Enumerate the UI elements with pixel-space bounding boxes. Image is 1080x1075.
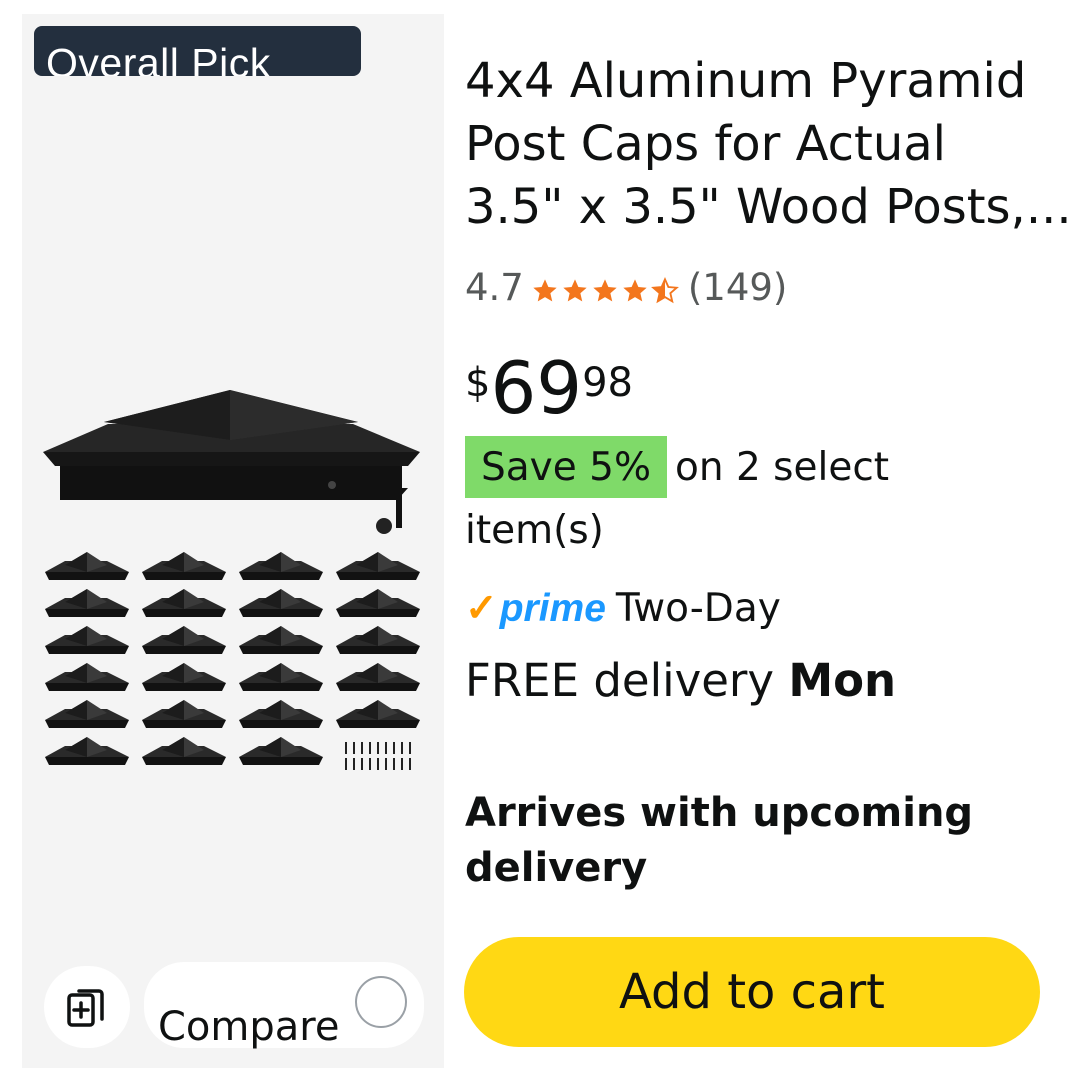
star-icon	[623, 279, 647, 302]
compare-icon-button[interactable]	[44, 966, 130, 1048]
delivery-type: Two-Day	[615, 586, 781, 631]
savings-line: Save 5% on 2 select item(s)	[465, 436, 1025, 562]
price-whole: 69	[490, 346, 583, 430]
star-icon	[593, 279, 617, 302]
compare-radio[interactable]	[355, 976, 407, 1028]
prime-logo-text: prime	[499, 586, 606, 630]
delivery-day: Mon	[788, 654, 897, 707]
badge-label: Overall Pick	[46, 40, 271, 76]
compare-toggle[interactable]: Compare	[144, 962, 424, 1050]
price-currency: $	[465, 360, 491, 406]
delivery-date: FREE delivery Mon	[465, 654, 905, 707]
product-title[interactable]: 4x4 Aluminum Pyramid Post Caps for Actua…	[465, 50, 1072, 239]
price: $6998	[465, 342, 633, 434]
title-line: 3.5" x 3.5" Wood Posts,...	[465, 179, 1072, 235]
star-icon	[533, 279, 557, 302]
overall-pick-badge: Overall Pick i	[34, 26, 361, 76]
prime-row: ✓ prime Two-Day	[465, 586, 781, 631]
rating-row[interactable]: 4.7 (149)	[465, 262, 787, 312]
prime-check-icon: ✓	[465, 587, 498, 630]
star-icon	[563, 279, 587, 302]
product-image[interactable]	[40, 380, 430, 780]
small-caps-grid	[45, 552, 420, 765]
title-line: 4x4 Aluminum Pyramid	[465, 53, 1027, 109]
info-icon[interactable]: i	[347, 75, 361, 76]
title-line: Post Caps for Actual	[465, 116, 946, 172]
rating-value: 4.7	[465, 265, 524, 309]
half-star-icon	[650, 277, 679, 304]
add-to-cart-button[interactable]: Add to cart	[464, 937, 1040, 1047]
review-count[interactable]: (149)	[688, 266, 788, 309]
save-badge: Save 5%	[465, 436, 667, 498]
compare-add-icon	[67, 989, 104, 1027]
arrives-note: Arrives with upcoming delivery	[465, 790, 974, 891]
star-rating	[530, 277, 680, 305]
price-fraction: 98	[582, 360, 633, 406]
prime-logo: ✓ prime	[465, 586, 606, 631]
compare-label: Compare	[158, 1004, 340, 1050]
delivery-prefix: FREE delivery	[465, 654, 789, 707]
